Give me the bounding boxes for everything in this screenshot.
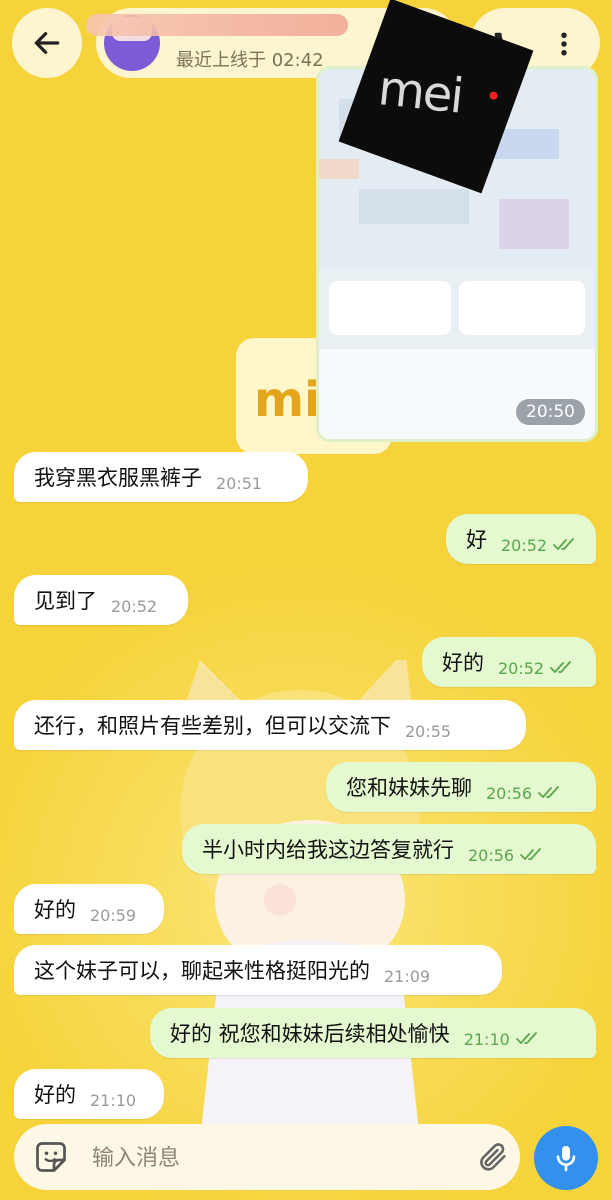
incoming-message[interactable]: 见到了 20:52 [14, 575, 188, 625]
outgoing-message[interactable]: 半小时内给我这边答复就行 20:56 [182, 824, 596, 874]
arrow-left-icon [34, 32, 60, 54]
incoming-message[interactable]: 这个妹子可以，聊起来性格挺阳光的 21:09 [14, 945, 502, 995]
message-text: 见到了 [34, 589, 97, 613]
double-check-icon [520, 848, 542, 860]
message-text: 我穿黑衣服黑裤子 [34, 466, 202, 490]
message-time: 20:51 [216, 473, 263, 493]
message-text: 好的 祝您和妹妹后续相处愉快 [170, 1022, 450, 1046]
message-time: 20:56 [468, 845, 515, 865]
message-text: 半小时内给我这边答复就行 [202, 838, 454, 862]
outgoing-message[interactable]: 好的 20:52 [422, 637, 596, 687]
double-check-icon [553, 538, 575, 550]
microphone-icon [556, 1146, 576, 1172]
message-text: 这个妹子可以，聊起来性格挺阳光的 [34, 959, 370, 983]
message-time: 20:59 [90, 905, 137, 925]
more-vertical-icon [561, 32, 567, 56]
double-check-icon [515, 1032, 537, 1044]
more-menu-button[interactable] [542, 22, 586, 66]
message-text: 好的 [34, 1083, 76, 1107]
message-input[interactable] [90, 1136, 454, 1180]
map-route-card [459, 281, 585, 335]
message-text: 好 [466, 528, 487, 552]
message-time: 21:10 [463, 1029, 510, 1049]
composer-field [14, 1124, 520, 1190]
logo-star-icon [488, 90, 499, 101]
message-time: 20:52 [501, 535, 548, 555]
outgoing-message[interactable]: 好的 祝您和妹妹后续相处愉快 21:10 [150, 1008, 596, 1058]
double-check-icon [538, 786, 560, 798]
message-time: 20:52 [111, 596, 158, 616]
incoming-message[interactable]: 我穿黑衣服黑裤子 20:51 [14, 452, 308, 502]
incoming-message[interactable]: 好的 20:59 [14, 884, 164, 934]
composer [0, 1120, 612, 1200]
map-action-strip [319, 349, 595, 439]
outgoing-message[interactable]: 您和妹妹先聊 20:56 [326, 762, 596, 812]
incoming-message[interactable]: 还行，和照片有些差别，但可以交流下 20:55 [14, 700, 526, 750]
logo-text: mei [375, 60, 465, 125]
voice-record-button[interactable] [534, 1126, 598, 1190]
outgoing-message[interactable]: 好 20:52 [446, 514, 596, 564]
incoming-message[interactable]: 好的 21:10 [14, 1069, 164, 1119]
paperclip-icon [480, 1143, 506, 1171]
contact-name-redacted [86, 14, 348, 36]
message-text: 您和妹妹先聊 [346, 776, 472, 800]
sticker-icon [36, 1142, 66, 1172]
last-seen-status: 最近上线于 02:42 [176, 50, 324, 71]
message-time: 20:50 [516, 399, 585, 425]
attach-button[interactable] [472, 1136, 514, 1178]
message-time: 20:52 [498, 658, 545, 678]
message-time: 20:55 [405, 721, 452, 741]
message-text: 好的 [442, 651, 484, 675]
message-text: 好的 [34, 898, 76, 922]
message-time: 21:10 [90, 1090, 137, 1110]
double-check-icon [550, 661, 572, 673]
message-time: 20:56 [486, 783, 533, 803]
message-time: 21:09 [384, 966, 431, 986]
map-route-card [329, 281, 451, 335]
message-text: 还行，和照片有些差别，但可以交流下 [34, 714, 391, 738]
sticker-button[interactable] [30, 1136, 72, 1178]
back-button[interactable] [12, 8, 82, 78]
